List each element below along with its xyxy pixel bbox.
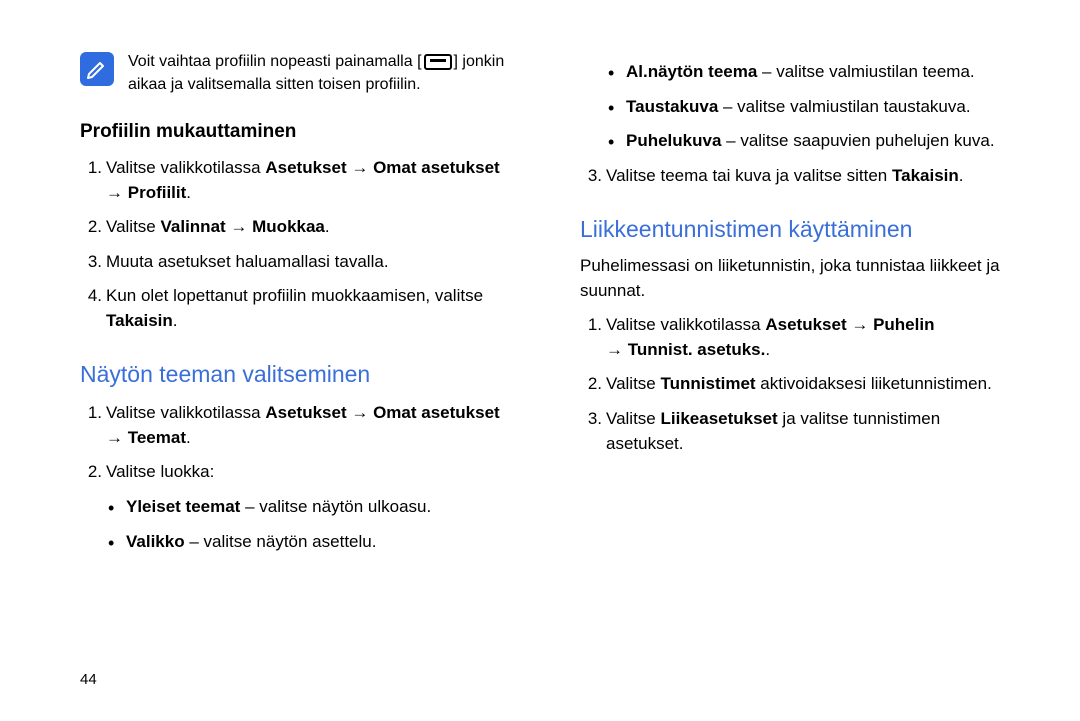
list-item: 2. Valitse Valinnat → Muokkaa. — [106, 215, 520, 240]
note-row: Voit vaihtaa profiilin nopeasti painamal… — [80, 50, 520, 96]
motion-steps: 1. Valitse valikkotilassa Asetukset → Pu… — [580, 313, 1020, 456]
list-item: 2. Valitse Tunnistimet aktivoidaksesi li… — [606, 372, 1020, 397]
profile-steps: 1. Valitse valikkotilassa Asetukset → Om… — [80, 156, 520, 334]
list-item: Puhelukuva – valitse saapuvien puhelujen… — [626, 129, 1020, 154]
theme-category-bullets: Yleiset teemat – valitse näytön ulkoasu.… — [106, 495, 520, 554]
list-item: Al.näytön teema – valitse valmiustilan t… — [626, 60, 1020, 85]
theme-more-bullets: Al.näytön teema – valitse valmiustilan t… — [606, 60, 1020, 154]
list-item: 2. Valitse luokka: Yleiset teemat – vali… — [106, 460, 520, 554]
heading-profile-customize: Profiilin mukauttaminen — [80, 118, 520, 146]
note-text: Voit vaihtaa profiilin nopeasti painamal… — [128, 50, 520, 96]
theme-steps: 1. Valitse valikkotilassa Asetukset → Om… — [80, 401, 520, 554]
note-pencil-icon — [80, 52, 114, 86]
key-icon — [424, 54, 452, 70]
list-item: 3. Valitse Liikeasetukset ja valitse tun… — [606, 407, 1020, 456]
list-item: 3. Valitse teema tai kuva ja valitse sit… — [606, 164, 1020, 189]
heading-theme-select: Näytön teeman valitseminen — [80, 358, 520, 391]
page-number: 44 — [80, 669, 97, 691]
left-column: Voit vaihtaa profiilin nopeasti painamal… — [80, 50, 520, 564]
list-item: 4. Kun olet lopettanut profiilin muokkaa… — [106, 284, 520, 333]
list-item: 1. Valitse valikkotilassa Asetukset → Om… — [106, 401, 520, 450]
theme-step3: 3. Valitse teema tai kuva ja valitse sit… — [580, 164, 1020, 189]
list-item: 3. Muuta asetukset haluamallasi tavalla. — [106, 250, 520, 275]
note-text-a: Voit vaihtaa profiilin nopeasti painamal… — [128, 53, 422, 70]
list-item: Yleiset teemat – valitse näytön ulkoasu. — [126, 495, 520, 520]
list-item: 1. Valitse valikkotilassa Asetukset → Pu… — [606, 313, 1020, 362]
heading-motion-sensor: Liikkeentunnistimen käyttäminen — [580, 213, 1020, 246]
motion-intro: Puhelimessasi on liiketunnistin, joka tu… — [580, 254, 1020, 303]
list-item: Valikko – valitse näytön asettelu. — [126, 530, 520, 555]
right-column: Al.näytön teema – valitse valmiustilan t… — [580, 50, 1020, 564]
list-item: Taustakuva – valitse valmiustilan tausta… — [626, 95, 1020, 120]
list-item: 1. Valitse valikkotilassa Asetukset → Om… — [106, 156, 520, 205]
